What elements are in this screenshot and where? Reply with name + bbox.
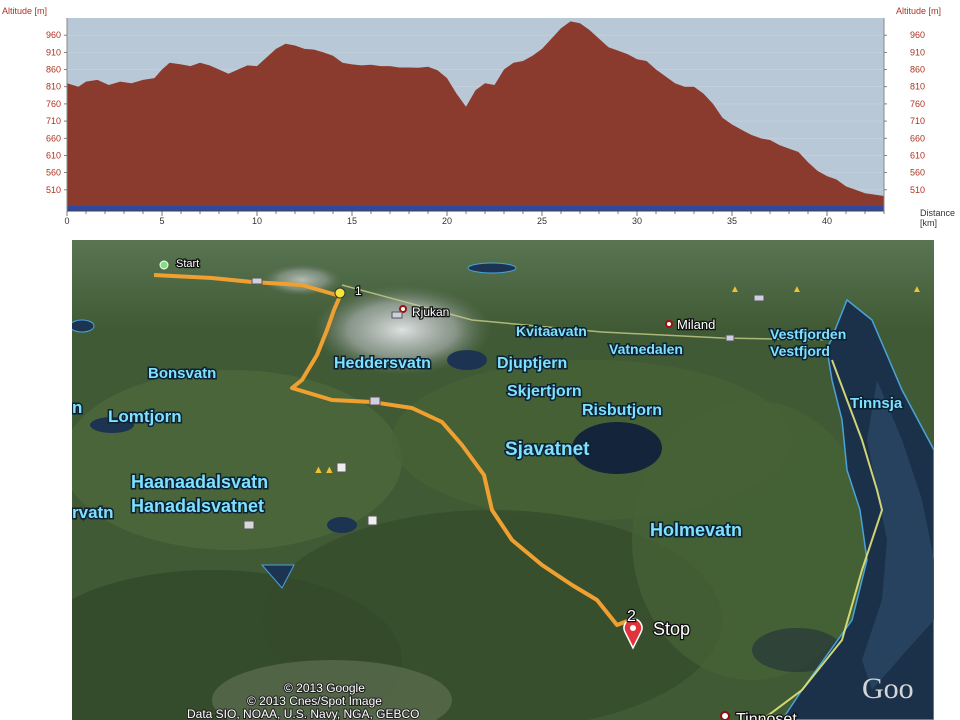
satellite-map[interactable]: Start 1 2 Stop ▲▲ ▲ ▲ ▲ Rjukan Miland Kv…	[72, 240, 934, 720]
y-tick-label: 810	[46, 82, 61, 92]
y-tick-label: 660	[910, 133, 925, 143]
start-marker-icon	[159, 260, 169, 270]
tent-icon: ▲	[912, 284, 922, 295]
stop-pin-center	[630, 625, 636, 631]
y-tick-label: 760	[46, 99, 61, 109]
kvitaavatn-label: Kvitaavatn	[516, 323, 587, 339]
tent-icon: ▲▲	[313, 464, 335, 476]
haanaadalsvatn-label: Haanaadalsvatn	[131, 472, 268, 492]
poi-icon	[367, 515, 378, 526]
bonsvatn-label: Bonsvatn	[148, 365, 216, 382]
x-tick-label: 35	[727, 216, 737, 226]
x-tick-label: 0	[64, 216, 69, 226]
x-tick-label: 40	[822, 216, 832, 226]
y-tick-label: 610	[46, 150, 61, 160]
lomtjorn-prefix-label: n	[72, 398, 82, 417]
y-tick-label: 510	[46, 185, 61, 195]
heddersvatn-label: Heddersvatn	[334, 355, 431, 372]
waypoint-1-marker-icon	[334, 287, 346, 299]
x-axis-label-line1: Distance	[920, 208, 955, 218]
map-canvas[interactable]: Start 1 2 Stop ▲▲ ▲ ▲ ▲ Rjukan Miland Kv…	[72, 240, 934, 720]
lomtjorn-label: Lomtjorn	[108, 407, 182, 426]
chart-baseline-bar	[67, 206, 884, 211]
copyright-data: Data SIO, NOAA, U.S. Navy, NGA, GEBCO	[187, 707, 420, 720]
lake-small	[447, 350, 487, 370]
terrain-haze	[72, 240, 934, 330]
x-tick-label: 30	[632, 216, 642, 226]
miland-pin-icon	[665, 320, 673, 328]
y-tick-label: 960	[46, 30, 61, 40]
holmevatn-label: Holmevatn	[650, 520, 742, 540]
y-tick-label: 560	[46, 168, 61, 178]
miland-label: Miland	[677, 317, 715, 332]
tinnoset-pin-icon	[720, 711, 730, 720]
y-tick-label: 710	[910, 116, 925, 126]
waypoint-2-label: 2	[627, 608, 636, 625]
risbutjorn-label: Risbutjorn	[582, 402, 662, 419]
x-tick-label: 15	[347, 216, 357, 226]
y-ticks-right: 510 560 610 660 710 760 810 860 910 960	[884, 30, 925, 195]
poi-icon	[391, 311, 403, 319]
hanadalsvatnet-label: Hanadalsvatnet	[131, 496, 264, 516]
vestfjord-label: Vestfjord	[770, 343, 830, 359]
y-tick-label: 960	[910, 30, 925, 40]
tent-icon: ▲	[792, 284, 802, 295]
y-tick-label: 860	[910, 65, 925, 75]
elevation-profile-chart: 510560610660710760810860910960 510560610…	[2, 6, 955, 228]
lake-small	[467, 262, 517, 274]
google-logo: Goo	[862, 672, 914, 705]
copyright-cnes: © 2013 Cnes/Spot Image	[247, 694, 382, 708]
y-tick-label: 810	[910, 82, 925, 92]
skjertjorn-label: Skjertjorn	[507, 383, 582, 400]
x-tick-label: 20	[442, 216, 452, 226]
tinnsja-label: Tinnsja	[850, 395, 903, 412]
start-marker[interactable]	[159, 260, 169, 270]
poi-icon	[725, 334, 735, 342]
poi-icon	[336, 462, 347, 473]
x-tick-label: 10	[252, 216, 262, 226]
copyright-google: © 2013 Google	[284, 681, 365, 695]
waypoint-1-marker[interactable]	[334, 287, 346, 299]
poi-icon	[243, 520, 255, 530]
poi-icon	[753, 294, 765, 302]
y-tick-label: 710	[46, 116, 61, 126]
y-tick-label: 860	[46, 65, 61, 75]
vestfjorden-label: Vestfjorden	[770, 326, 846, 342]
lake-small	[327, 517, 357, 533]
rjukan-label: Rjukan	[412, 305, 449, 319]
y-tick-label: 660	[46, 133, 61, 143]
rvatn-label: rvatn	[72, 503, 114, 522]
vatnedalen-label: Vatnedalen	[609, 341, 683, 357]
waypoint-1-label: 1	[355, 284, 362, 298]
y-tick-label: 560	[910, 168, 925, 178]
y-tick-label: 510	[910, 185, 925, 195]
sjavatnet-label: Sjavatnet	[505, 439, 590, 460]
y-tick-label: 910	[910, 47, 925, 57]
poi-icon	[369, 396, 381, 406]
x-axis-label-line2: [km]	[920, 218, 937, 228]
tinnoset-label: Tinnoset	[736, 711, 797, 720]
poi-icon	[251, 277, 263, 285]
x-ticks: 0 5 10 15 20 25 30 35 40	[64, 211, 885, 226]
start-label: Start	[176, 258, 199, 270]
x-tick-label: 25	[537, 216, 547, 226]
y-tick-label: 760	[910, 99, 925, 109]
tent-icon: ▲	[730, 284, 740, 295]
y-axis-label-right: Altitude [m]	[896, 6, 941, 16]
y-ticks-left: 510 560 610 660 710 760 810 860 910 960	[46, 30, 67, 195]
y-axis-label-left: Altitude [m]	[2, 6, 47, 16]
lake-small	[72, 319, 95, 333]
djuptjern-label: Djuptjern	[497, 355, 567, 372]
rjukan-pin-icon	[399, 305, 407, 313]
stop-label: Stop	[653, 619, 690, 639]
x-tick-label: 5	[159, 216, 164, 226]
y-tick-label: 910	[46, 47, 61, 57]
y-tick-label: 610	[910, 150, 925, 160]
